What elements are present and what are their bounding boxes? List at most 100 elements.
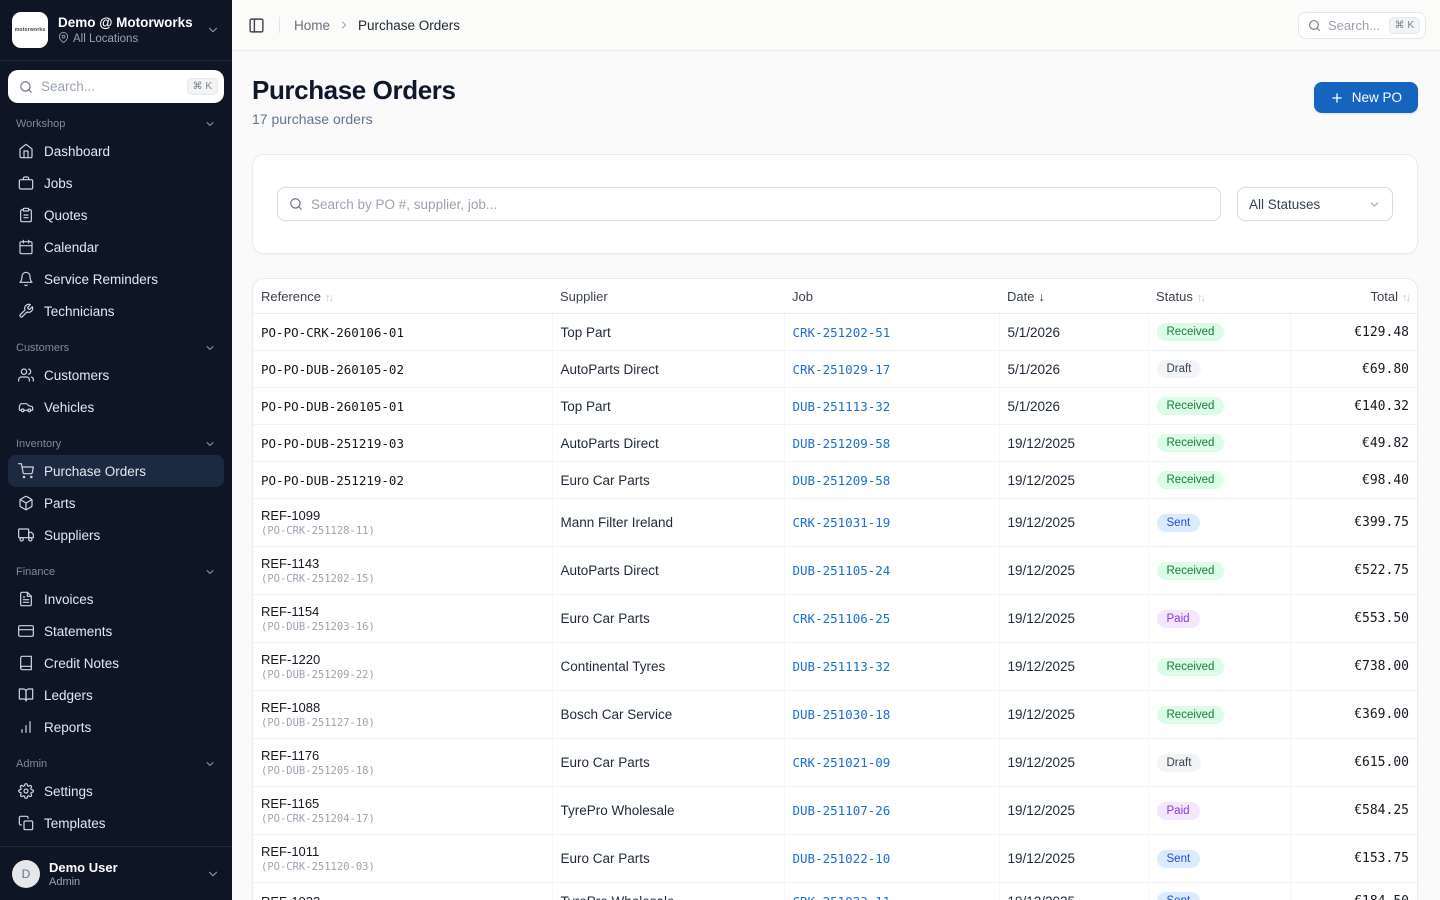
po-supplier: Top Part — [551, 387, 784, 425]
bell-icon — [18, 271, 34, 287]
status-badge: Received — [1156, 397, 1225, 415]
job-link[interactable]: CRK-251021-09 — [793, 755, 891, 770]
sidebar-item-service-reminders[interactable]: Service Reminders — [8, 263, 224, 295]
sidebar-item-credit-notes[interactable]: Credit Notes — [8, 647, 224, 679]
nav-section-label[interactable]: Finance — [8, 560, 224, 583]
po-supplier: Top Part — [551, 313, 784, 351]
job-link[interactable]: DUB-251105-24 — [793, 563, 891, 578]
column-header-status[interactable]: Status ↑↓ — [1148, 279, 1290, 314]
nav-section-inventory: Inventory Purchase Orders Parts Suppliers — [8, 432, 224, 551]
sidebar-item-purchase-orders[interactable]: Purchase Orders — [8, 455, 224, 487]
status-badge: Draft — [1156, 753, 1202, 772]
po-reference: PO-PO-DUB-251219-02 — [261, 472, 404, 488]
sidebar-item-quotes[interactable]: Quotes — [8, 199, 224, 231]
table-row[interactable]: REF-1176 (PO-DUB-251205-18) Euro Car Parts… — [253, 738, 1417, 787]
sidebar: motorworks Demo @ Motorworks All Locatio… — [0, 0, 232, 900]
nav-section-customers: Customers Customers Vehicles — [8, 336, 224, 423]
sidebar-toggle-icon[interactable] — [246, 15, 267, 36]
sidebar-item-ledgers[interactable]: Ledgers — [8, 679, 224, 711]
status-badge: Received — [1156, 657, 1225, 676]
status-badge: Draft — [1156, 360, 1202, 378]
table-row[interactable]: PO-PO-DUB-260105-01 Top Part DUB-251113-32… — [253, 387, 1417, 425]
status-badge: Received — [1156, 471, 1225, 489]
sidebar-item-calendar[interactable]: Calendar — [8, 231, 224, 263]
nav-section-label[interactable]: Customers — [8, 336, 224, 359]
org-location-label: All Locations — [73, 32, 139, 45]
status-badge: Paid — [1156, 609, 1200, 628]
table-row[interactable]: REF-1099 (PO-CRK-251128-11) Mann Filter Ir… — [253, 498, 1417, 547]
sidebar-item-label: Jobs — [44, 175, 73, 191]
job-link[interactable]: CRK-251029-17 — [793, 362, 891, 377]
column-header-total[interactable]: Total ↑↓ — [1290, 279, 1417, 314]
column-header-date[interactable]: Date ↓ — [999, 279, 1148, 314]
column-header-supplier[interactable]: Supplier — [552, 279, 784, 314]
sidebar-item-templates[interactable]: Templates — [8, 807, 224, 839]
column-header-reference[interactable]: Reference ↑↓ — [253, 279, 552, 314]
sidebar-item-statements[interactable]: Statements — [8, 615, 224, 647]
sidebar-search-input[interactable] — [41, 79, 179, 94]
job-link[interactable]: CRK-251031-19 — [793, 515, 891, 530]
job-link[interactable]: CRK-251202-51 — [793, 325, 891, 340]
sidebar-item-vehicles[interactable]: Vehicles — [8, 391, 224, 423]
search-icon — [1308, 19, 1321, 32]
po-reference: REF-1088 — [261, 700, 321, 715]
po-search[interactable] — [277, 187, 1221, 221]
sort-desc-icon: ↓ — [1038, 290, 1045, 304]
search-icon — [19, 80, 33, 94]
sidebar-search-shortcut: ⌘ K — [186, 78, 218, 95]
status-filter-select[interactable]: All Statuses — [1237, 187, 1393, 221]
sidebar-item-dashboard[interactable]: Dashboard — [8, 135, 224, 167]
sidebar-item-label: Credit Notes — [44, 655, 120, 671]
job-link[interactable]: CRK-251023-11 — [793, 894, 891, 900]
po-search-input[interactable] — [311, 196, 1209, 212]
briefcase-icon — [18, 175, 34, 191]
sidebar-item-jobs[interactable]: Jobs — [8, 167, 224, 199]
job-link[interactable]: DUB-251113-32 — [793, 399, 891, 414]
user-menu[interactable]: D Demo User Admin — [0, 846, 232, 900]
job-link[interactable]: DUB-251030-18 — [793, 707, 891, 722]
po-supplier: AutoParts Direct — [551, 424, 784, 462]
global-search[interactable]: Search... ⌘ K — [1298, 11, 1426, 39]
column-header-job[interactable]: Job — [784, 279, 999, 314]
table-row[interactable]: REF-1220 (PO-DUB-251209-22) Continental Ty… — [253, 642, 1417, 691]
topbar: Home Purchase Orders Search... ⌘ K — [232, 0, 1440, 51]
sidebar-item-technicians[interactable]: Technicians — [8, 295, 224, 327]
sidebar-item-parts[interactable]: Parts — [8, 487, 224, 519]
sidebar-search[interactable]: ⌘ K — [8, 70, 224, 103]
new-po-button[interactable]: New PO — [1313, 82, 1418, 113]
job-link[interactable]: DUB-251209-58 — [793, 436, 891, 451]
sidebar-item-invoices[interactable]: Invoices — [8, 583, 224, 615]
bar-chart-icon — [18, 719, 34, 735]
table-row[interactable]: PO-PO-DUB-260105-02 AutoParts Direct CRK-2… — [253, 350, 1417, 388]
job-link[interactable]: CRK-251106-25 — [793, 611, 891, 626]
sidebar-item-suppliers[interactable]: Suppliers — [8, 519, 224, 551]
table-row[interactable]: PO-PO-DUB-251219-03 AutoParts Direct DUB-2… — [253, 424, 1417, 462]
sidebar-nav: Workshop Dashboard Jobs Quotes Calendar Servi… — [0, 110, 232, 846]
nav-section-label[interactable]: Workshop — [8, 112, 224, 135]
org-switcher[interactable]: motorworks Demo @ Motorworks All Locatio… — [0, 0, 232, 61]
breadcrumb-home[interactable]: Home — [294, 18, 330, 33]
chevron-down-icon — [204, 566, 216, 578]
sidebar-search-wrap: ⌘ K — [0, 61, 232, 110]
job-link[interactable]: DUB-251113-32 — [793, 659, 891, 674]
table-row[interactable]: PO-PO-CRK-260106-01 Top Part CRK-251202-51… — [253, 313, 1417, 351]
table-row[interactable]: REF-1011 (PO-CRK-251120-03) Euro Car Parts… — [253, 834, 1417, 883]
po-sub-reference: (PO-CRK-251204-17) — [261, 813, 375, 825]
sidebar-item-reports[interactable]: Reports — [8, 711, 224, 743]
nav-section-label[interactable]: Admin — [8, 752, 224, 775]
table-row[interactable]: REF-1154 (PO-DUB-251203-16) Euro Car Parts… — [253, 594, 1417, 643]
table-row[interactable]: REF-1022 TyrePro Wholesale CRK-251023-11 19… — [253, 882, 1417, 900]
po-reference: PO-PO-DUB-260105-01 — [261, 398, 404, 414]
table-row[interactable]: REF-1088 (PO-DUB-251127-10) Bosch Car Serv… — [253, 690, 1417, 739]
job-link[interactable]: DUB-251022-10 — [793, 851, 891, 866]
nav-section-label[interactable]: Inventory — [8, 432, 224, 455]
table-row[interactable]: PO-PO-DUB-251219-02 Euro Car Parts DUB-251… — [253, 461, 1417, 499]
table-row[interactable]: REF-1143 (PO-CRK-251202-15) AutoParts Dire… — [253, 546, 1417, 595]
sidebar-item-settings[interactable]: Settings — [8, 775, 224, 807]
po-date: 19/12/2025 — [998, 594, 1148, 643]
sidebar-item-customers[interactable]: Customers — [8, 359, 224, 391]
po-supplier: Euro Car Parts — [551, 594, 784, 643]
job-link[interactable]: DUB-251209-58 — [793, 473, 891, 488]
job-link[interactable]: DUB-251107-26 — [793, 803, 891, 818]
table-row[interactable]: REF-1165 (PO-CRK-251204-17) TyrePro Wholes… — [253, 786, 1417, 835]
